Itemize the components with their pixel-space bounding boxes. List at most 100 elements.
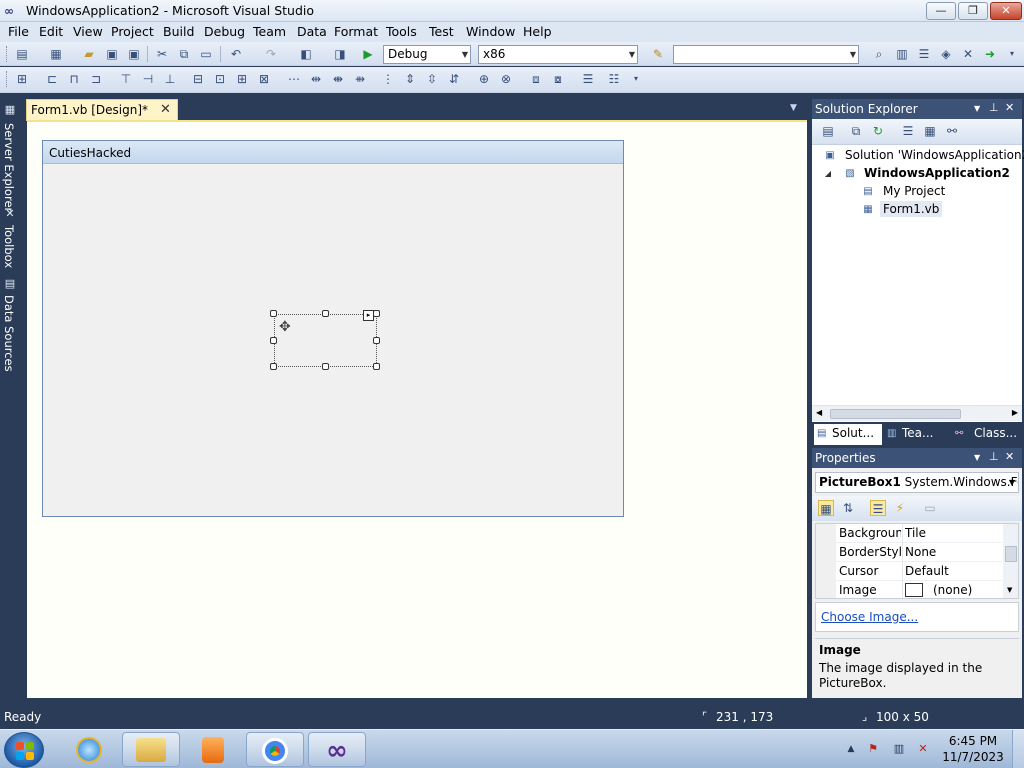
solution-platform-combo[interactable]: x86 ▼ xyxy=(478,45,638,64)
picturebox-control[interactable]: ✥ ▸ xyxy=(270,310,380,370)
property-row-borderstyle[interactable]: BorderStyle None xyxy=(816,543,1002,562)
property-value[interactable]: None xyxy=(905,545,936,559)
menu-file[interactable]: File xyxy=(8,24,29,39)
designed-form[interactable]: CutiesHacked ✥ ▸ xyxy=(42,140,624,517)
copy-icon[interactable]: ⧉ xyxy=(176,46,192,62)
property-column-divider[interactable] xyxy=(902,581,903,598)
properties-icon[interactable]: ▤ xyxy=(820,123,836,139)
view-code-icon[interactable]: ☰ xyxy=(900,123,916,139)
minimize-button[interactable]: — xyxy=(926,2,956,20)
scrollbar-thumb[interactable] xyxy=(1005,546,1017,562)
solution-configuration-combo[interactable]: Debug ▼ xyxy=(383,45,471,64)
decrease-vertical-spacing-icon[interactable]: ⇳ xyxy=(424,71,440,87)
menu-edit[interactable]: Edit xyxy=(39,24,63,39)
make-same-size-icon[interactable]: ⊠ xyxy=(256,71,272,87)
menu-team[interactable]: Team xyxy=(253,24,286,39)
menu-test[interactable]: Test xyxy=(429,24,454,39)
scroll-right-icon[interactable]: ▶ xyxy=(1012,408,1018,417)
form-caption-bar[interactable]: CutiesHacked xyxy=(43,141,623,164)
property-value[interactable]: (none) xyxy=(933,583,972,597)
find-in-files-icon[interactable]: ✎ xyxy=(650,46,666,62)
property-column-divider[interactable] xyxy=(902,524,903,543)
close-icon[interactable]: ✕ xyxy=(1005,101,1014,114)
tree-item-solution[interactable]: Solution 'WindowsApplication2' xyxy=(845,148,1024,162)
toolbar-options-icon[interactable]: ▾ xyxy=(1004,46,1020,62)
resize-handle-left[interactable] xyxy=(270,337,277,344)
object-browser-icon[interactable]: ◈ xyxy=(938,46,954,62)
form-designer-surface[interactable]: CutiesHacked ✥ ▸ xyxy=(27,120,807,698)
align-centers-icon[interactable]: ⊓ xyxy=(66,71,82,87)
taskbar-chrome[interactable] xyxy=(246,732,304,767)
navigate-forward-icon[interactable]: ◨ xyxy=(332,46,348,62)
center-vertically-icon[interactable]: ⊗ xyxy=(498,71,514,87)
scroll-left-icon[interactable]: ◀ xyxy=(816,408,822,417)
menu-debug[interactable]: Debug xyxy=(204,24,245,39)
events-icon[interactable]: ⚡ xyxy=(892,500,908,516)
choose-image-link[interactable]: Choose Image... xyxy=(821,610,918,624)
menu-window[interactable]: Window xyxy=(466,24,515,39)
cut-icon[interactable]: ✂ xyxy=(154,46,170,62)
collapse-triangle-icon[interactable]: ◢ xyxy=(821,167,835,181)
toolbox-icon[interactable]: ✕ xyxy=(960,46,976,62)
pin-icon[interactable]: ⊥ xyxy=(989,101,999,114)
paste-icon[interactable]: ▭ xyxy=(198,46,214,62)
align-rights-icon[interactable]: ⊐ xyxy=(88,71,104,87)
resize-handle-bottom[interactable] xyxy=(322,363,329,370)
add-item-icon[interactable]: ▦ xyxy=(48,46,64,62)
properties-view-icon[interactable]: ☰ xyxy=(870,500,886,516)
scroll-down-icon[interactable]: ▼ xyxy=(1007,586,1012,594)
new-project-icon[interactable]: ▤ xyxy=(14,46,30,62)
property-column-divider[interactable] xyxy=(902,562,903,581)
remove-vertical-spacing-icon[interactable]: ⇵ xyxy=(446,71,462,87)
make-same-height-icon[interactable]: ⊞ xyxy=(234,71,250,87)
menu-help[interactable]: Help xyxy=(523,24,552,39)
toolbar-options-icon[interactable]: ▾ xyxy=(628,71,644,87)
make-same-width-icon[interactable]: ⊟ xyxy=(190,71,206,87)
alphabetical-icon[interactable]: ⇅ xyxy=(840,500,856,516)
vertical-spacing-icon[interactable]: ⋮ xyxy=(380,71,396,87)
close-icon[interactable]: ✕ xyxy=(1005,450,1014,463)
taskbar-visual-studio[interactable]: ∞ xyxy=(308,732,366,767)
menu-build[interactable]: Build xyxy=(163,24,194,39)
active-files-dropdown-icon[interactable]: ▼ xyxy=(790,103,797,113)
resize-handle-top-right[interactable] xyxy=(373,310,380,317)
property-row-image[interactable]: Image (none) xyxy=(816,581,1002,598)
menu-format[interactable]: Format xyxy=(334,24,378,39)
refresh-icon[interactable]: ↻ xyxy=(870,123,886,139)
clock-date[interactable]: 11/7/2023 xyxy=(942,750,1004,764)
tab-solution-explorer[interactable]: ▤ Solut... xyxy=(814,424,882,445)
tab-order-icon[interactable]: ☰ xyxy=(580,71,596,87)
resize-handle-bottom-right[interactable] xyxy=(373,363,380,370)
horizontal-scrollbar[interactable]: ◀ ▶ xyxy=(812,405,1022,421)
taskbar-internet-explorer[interactable] xyxy=(60,732,118,767)
view-designer-icon[interactable]: ▦ xyxy=(922,123,938,139)
align-tops-icon[interactable]: ⊤ xyxy=(118,71,134,87)
align-middles-icon[interactable]: ⊣ xyxy=(140,71,156,87)
center-horizontally-icon[interactable]: ⊕ xyxy=(476,71,492,87)
bring-to-front-icon[interactable]: ⧈ xyxy=(528,71,544,87)
send-to-back-icon[interactable]: ⧇ xyxy=(550,71,566,87)
start-debugging-icon[interactable]: ▶ xyxy=(360,46,376,62)
lock-controls-icon[interactable]: ☷ xyxy=(606,71,622,87)
tree-item-project[interactable]: WindowsApplication2 xyxy=(864,166,1010,180)
property-row-cursor[interactable]: Cursor Default xyxy=(816,562,1002,581)
window-position-icon[interactable]: ▼ xyxy=(974,453,980,462)
menu-data[interactable]: Data xyxy=(297,24,327,39)
save-all-icon[interactable]: ▣ xyxy=(126,46,142,62)
property-pages-icon[interactable]: ▭ xyxy=(922,500,938,516)
resize-handle-right[interactable] xyxy=(373,337,380,344)
server-explorer-tab[interactable]: ▦ Server Explorer xyxy=(2,103,18,212)
window-position-icon[interactable]: ▼ xyxy=(974,104,980,113)
show-hidden-icons-icon[interactable]: ▲ xyxy=(844,742,858,756)
solution-explorer-icon[interactable]: ▥ xyxy=(894,46,910,62)
resize-handle-top[interactable] xyxy=(322,310,329,317)
find-combo[interactable]: ▼ xyxy=(673,45,859,64)
resize-handle-top-left[interactable] xyxy=(270,310,277,317)
toolbar-grip[interactable] xyxy=(6,71,9,87)
remove-horizontal-spacing-icon[interactable]: ⇻ xyxy=(352,71,368,87)
categorized-icon[interactable]: ▦ xyxy=(818,500,834,516)
pin-icon[interactable]: ⊥ xyxy=(989,450,999,463)
start-button[interactable] xyxy=(4,732,44,768)
toolbox-tab[interactable]: ✕ Toolbox xyxy=(2,207,18,275)
save-icon[interactable]: ▣ xyxy=(104,46,120,62)
